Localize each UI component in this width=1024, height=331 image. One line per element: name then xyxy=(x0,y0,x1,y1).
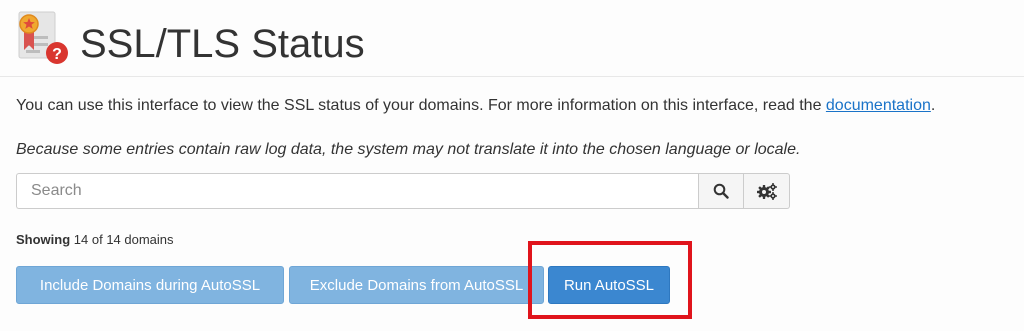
ssl-certificate-warning-icon: ? xyxy=(18,11,68,64)
results-count-label: Showing xyxy=(16,232,71,247)
svg-text:?: ? xyxy=(52,46,62,63)
page-header: ? SSL/TLS Status xyxy=(0,0,1024,77)
results-count-value: 14 of 14 domains xyxy=(73,232,174,247)
intro-text: You can use this interface to view the S… xyxy=(16,97,935,115)
ssl-tls-status-page: ? SSL/TLS Status You can use this interf… xyxy=(0,0,1024,331)
translation-notice: Because some entries contain raw log dat… xyxy=(16,141,801,158)
page-title: SSL/TLS Status xyxy=(80,22,365,66)
documentation-link[interactable]: documentation xyxy=(826,97,931,114)
run-autossl-button[interactable]: Run AutoSSL xyxy=(548,266,670,304)
include-domains-button[interactable]: Include Domains during AutoSSL xyxy=(16,266,284,304)
search-settings-button[interactable] xyxy=(744,173,790,209)
results-count: Showing 14 of 14 domains xyxy=(16,232,174,247)
search-group xyxy=(16,173,790,209)
search-button[interactable] xyxy=(698,173,744,209)
search-input[interactable] xyxy=(16,173,698,209)
gears-icon xyxy=(756,183,777,200)
exclude-domains-button[interactable]: Exclude Domains from AutoSSL xyxy=(289,266,544,304)
search-icon xyxy=(713,183,729,199)
intro-suffix: . xyxy=(930,97,936,114)
intro-description: You can use this interface to view the S… xyxy=(16,97,826,114)
